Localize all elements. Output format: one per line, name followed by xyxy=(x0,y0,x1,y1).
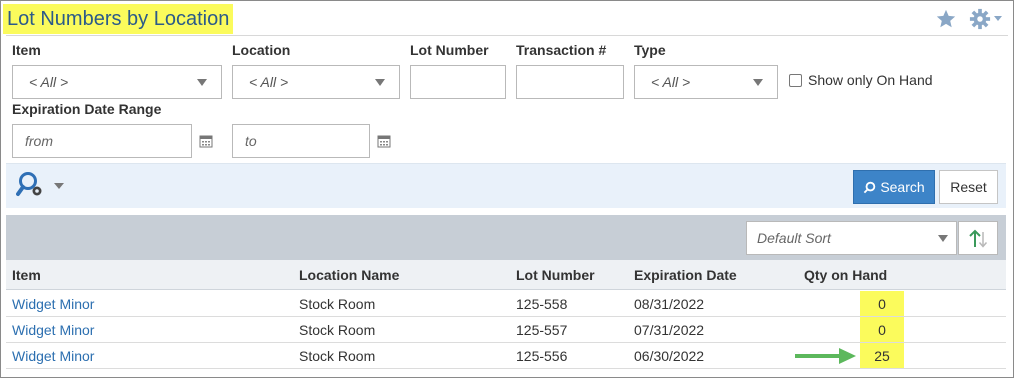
qty-cell: 25 xyxy=(874,348,890,364)
location-cell: Stock Room xyxy=(299,322,376,338)
row-divider xyxy=(6,368,1006,369)
gear-icon[interactable] xyxy=(969,8,991,30)
location-select[interactable]: < All > xyxy=(232,65,400,99)
expiration-from-input[interactable]: from xyxy=(12,124,192,158)
location-label: Location xyxy=(232,42,291,58)
item-select[interactable]: < All > xyxy=(12,65,222,99)
title-highlight: Lot Numbers by Location xyxy=(3,4,234,34)
lot-cell: 125-557 xyxy=(516,322,568,338)
saved-search-icon[interactable] xyxy=(16,170,46,200)
type-select[interactable]: < All > xyxy=(634,65,778,99)
header-divider xyxy=(6,35,1008,36)
star-icon[interactable] xyxy=(935,8,957,30)
expiration-to-input[interactable]: to xyxy=(232,124,370,158)
column-header-expiration[interactable]: Expiration Date xyxy=(634,267,737,283)
search-icon xyxy=(864,181,876,193)
row-divider xyxy=(6,342,1006,343)
lot-number-label: Lot Number xyxy=(410,42,489,58)
reset-button[interactable]: Reset xyxy=(939,170,998,204)
item-select-value: < All > xyxy=(29,74,69,90)
chevron-down-icon[interactable] xyxy=(994,16,1002,21)
item-link[interactable]: Widget Minor xyxy=(12,296,94,312)
expiration-cell: 07/31/2022 xyxy=(634,322,705,338)
transaction-input[interactable] xyxy=(516,65,624,99)
location-select-value: < All > xyxy=(249,74,289,90)
expiration-cell: 06/30/2022 xyxy=(634,348,705,364)
column-header-item[interactable]: Item xyxy=(12,267,41,283)
calendar-icon[interactable] xyxy=(199,134,213,148)
lot-number-input[interactable] xyxy=(410,65,506,99)
expiration-cell: 08/31/2022 xyxy=(634,296,705,312)
type-select-value: < All > xyxy=(651,74,691,90)
lot-cell: 125-556 xyxy=(516,348,568,364)
location-cell: Stock Room xyxy=(299,348,376,364)
location-cell: Stock Room xyxy=(299,296,376,312)
row-divider xyxy=(6,316,1006,317)
column-header-lot-number[interactable]: Lot Number xyxy=(516,267,595,283)
on-hand-checkbox[interactable] xyxy=(789,74,802,87)
on-hand-label: Show only On Hand xyxy=(808,72,933,88)
qty-cell: 0 xyxy=(878,296,886,312)
calendar-icon[interactable] xyxy=(377,134,391,148)
chevron-down-icon xyxy=(375,79,385,86)
search-button-label: Search xyxy=(880,179,925,195)
transaction-label: Transaction # xyxy=(516,42,607,58)
chevron-down-icon xyxy=(753,79,763,86)
type-label: Type xyxy=(634,42,666,58)
chevron-down-icon xyxy=(197,79,207,86)
arrow-right-icon xyxy=(795,348,856,364)
qty-cell: 0 xyxy=(878,322,886,338)
column-header-qty[interactable]: Qty on Hand xyxy=(804,267,887,283)
sort-direction-button[interactable] xyxy=(958,221,998,255)
expiration-label: Expiration Date Range xyxy=(12,101,162,117)
chevron-down-icon xyxy=(938,235,948,242)
item-link[interactable]: Widget Minor xyxy=(12,348,94,364)
search-button[interactable]: Search xyxy=(853,170,935,204)
sort-select[interactable]: Default Sort xyxy=(746,221,957,255)
chevron-down-icon[interactable] xyxy=(54,183,64,189)
item-label: Item xyxy=(12,42,41,58)
sort-direction-icon xyxy=(969,229,988,248)
page-title: Lot Numbers by Location xyxy=(7,7,230,30)
column-header-location[interactable]: Location Name xyxy=(299,267,399,283)
sort-select-value: Default Sort xyxy=(757,230,831,246)
lot-cell: 125-558 xyxy=(516,296,568,312)
item-link[interactable]: Widget Minor xyxy=(12,322,94,338)
